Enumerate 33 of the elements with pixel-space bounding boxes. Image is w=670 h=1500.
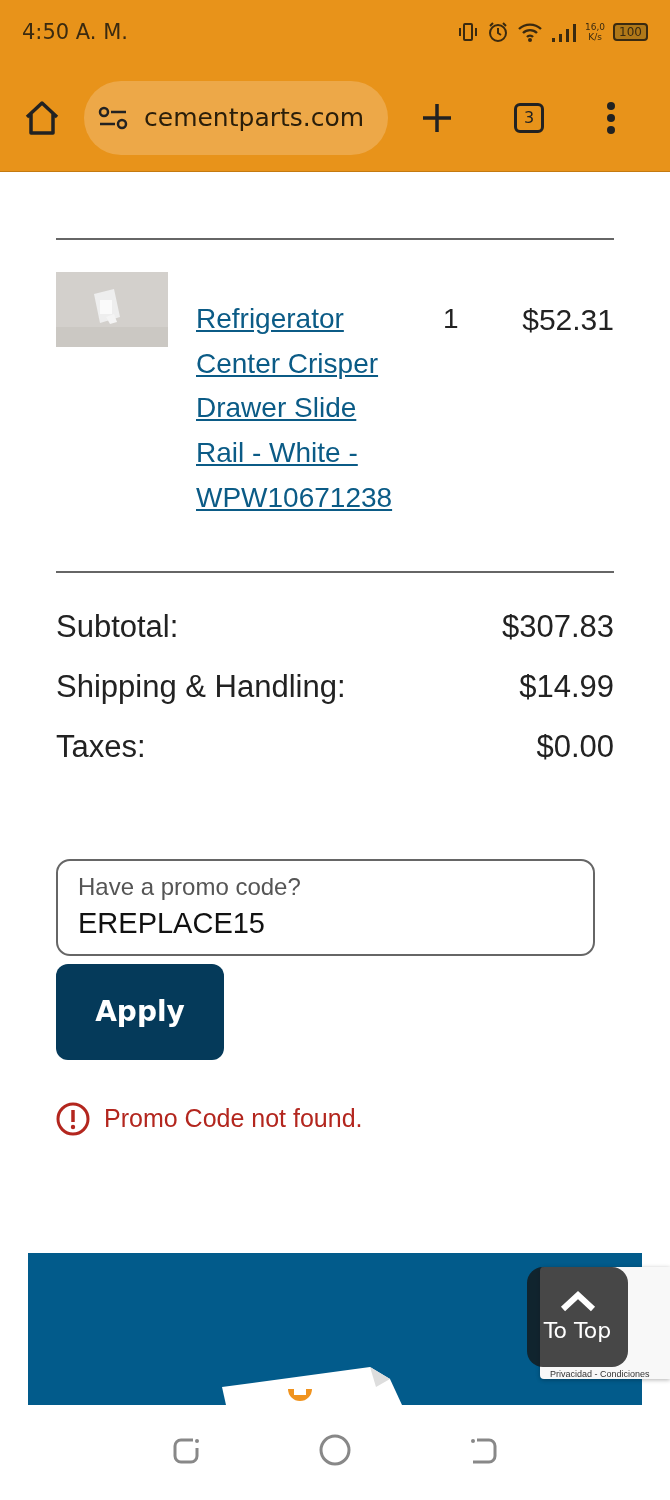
item-price: $52.31	[522, 303, 614, 337]
promo-code-box[interactable]: Have a promo code? EREPLACE15	[56, 858, 595, 956]
summary-amount: $0.00	[536, 728, 614, 765]
menu-icon[interactable]	[606, 101, 616, 134]
summary-label: Taxes:	[56, 728, 146, 765]
network-speed: 16,0	[585, 22, 606, 32]
error-message: Promo Code not found.	[104, 1104, 363, 1133]
recaptcha-links[interactable]: Privacidad - Condiciones	[550, 1368, 650, 1379]
home-icon[interactable]	[24, 99, 60, 136]
summary-label: Shipping & Handling:	[56, 668, 346, 705]
summary-amount: $14.99	[519, 668, 614, 705]
field-label: Have a promo code?	[78, 872, 302, 901]
summary-amount: $307.83	[501, 608, 614, 645]
wifi-icon	[517, 21, 544, 43]
vibrate-icon	[457, 21, 480, 43]
error-icon	[56, 1101, 90, 1136]
apply-button[interactable]: Apply	[56, 963, 224, 1060]
quantity: 1	[443, 303, 460, 335]
clock-time: 4:50 A. M.	[22, 20, 128, 44]
site-settings-icon[interactable]	[98, 104, 128, 131]
summary-label: Subtotal:	[56, 608, 179, 645]
alarm-icon	[487, 21, 510, 43]
signal-icon	[551, 21, 578, 43]
product-link[interactable]: Refrigerator Center Crisper Drawer Slide Rail - White - WPW10671238	[196, 297, 411, 521]
chevron-up-icon	[559, 1290, 596, 1312]
battery-level: 100	[613, 23, 648, 41]
new-tab-icon[interactable]	[422, 102, 452, 133]
tab-switcher-button[interactable]: 3	[514, 102, 544, 133]
address-bar[interactable]: cementparts.com	[84, 80, 388, 155]
promo-code-field[interactable]: EREPLACE15	[78, 906, 558, 940]
home-button-icon[interactable]	[318, 1432, 352, 1467]
network-speed-unit: K/s	[588, 32, 602, 42]
to-top-button[interactable]: To Top	[527, 1266, 628, 1367]
